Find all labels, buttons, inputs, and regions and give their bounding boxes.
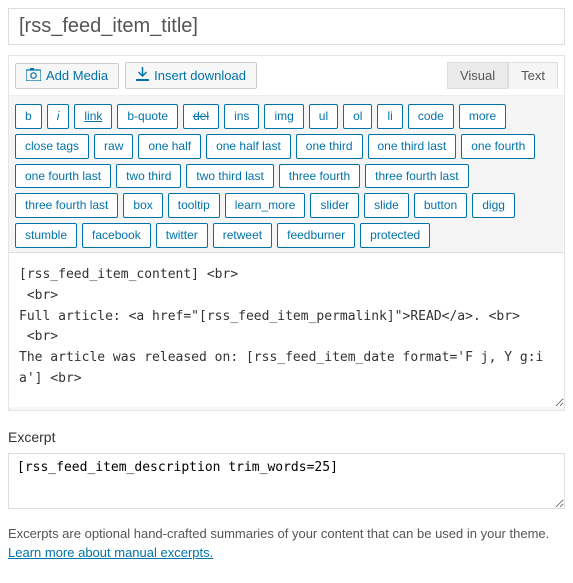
quicktag-one-half[interactable]: one half bbox=[138, 134, 201, 159]
excerpt-help-text: Excerpts are optional hand-crafted summa… bbox=[8, 524, 565, 563]
quicktag-slide[interactable]: slide bbox=[364, 193, 409, 218]
quicktag-tooltip[interactable]: tooltip bbox=[168, 193, 220, 218]
quicktag-three-fourth-last[interactable]: three fourth last bbox=[365, 164, 468, 189]
quicktag-b-quote[interactable]: b-quote bbox=[117, 104, 178, 129]
content-textarea[interactable] bbox=[9, 252, 564, 407]
quicktag-feedburner[interactable]: feedburner bbox=[277, 223, 355, 248]
quicktag-close-tags[interactable]: close tags bbox=[15, 134, 89, 159]
quicktag-one-third[interactable]: one third bbox=[296, 134, 363, 159]
quicktag-i[interactable]: i bbox=[47, 104, 70, 129]
quicktag-one-third-last[interactable]: one third last bbox=[368, 134, 457, 159]
quicktag-two-third[interactable]: two third bbox=[116, 164, 181, 189]
download-icon bbox=[136, 67, 149, 84]
quicktag-ins[interactable]: ins bbox=[224, 104, 259, 129]
quicktags-toolbar: bilinkb-quotedelinsimgulollicodemore clos… bbox=[9, 96, 564, 252]
quicktag-digg[interactable]: digg bbox=[472, 193, 515, 218]
quicktag-b[interactable]: b bbox=[15, 104, 42, 129]
add-media-label: Add Media bbox=[46, 68, 108, 83]
quicktag-one-half-last[interactable]: one half last bbox=[206, 134, 291, 159]
quicktag-more[interactable]: more bbox=[459, 104, 506, 129]
insert-download-label: Insert download bbox=[154, 68, 246, 83]
quicktag-link[interactable]: link bbox=[74, 104, 112, 129]
quicktag-protected[interactable]: protected bbox=[360, 223, 430, 248]
media-toolbar: Add Media Insert download Visual Text bbox=[9, 56, 564, 96]
quicktag-one-fourth-last[interactable]: one fourth last bbox=[15, 164, 111, 189]
quicktag-facebook[interactable]: facebook bbox=[82, 223, 151, 248]
quicktag-retweet[interactable]: retweet bbox=[213, 223, 272, 248]
add-media-button[interactable]: Add Media bbox=[15, 63, 119, 89]
tab-visual[interactable]: Visual bbox=[447, 62, 508, 89]
editor-tabs: Visual Text bbox=[447, 62, 558, 89]
quicktag-three-fourth-last[interactable]: three fourth last bbox=[15, 193, 118, 218]
quicktag-raw[interactable]: raw bbox=[94, 134, 133, 159]
excerpt-label: Excerpt bbox=[8, 429, 565, 445]
quicktag-button[interactable]: button bbox=[414, 193, 467, 218]
insert-download-button[interactable]: Insert download bbox=[125, 62, 257, 89]
quicktag-twitter[interactable]: twitter bbox=[156, 223, 208, 248]
quicktag-two-third-last[interactable]: two third last bbox=[186, 164, 273, 189]
quicktag-slider[interactable]: slider bbox=[310, 193, 359, 218]
editor-container: Add Media Insert download Visual Text bi… bbox=[8, 55, 565, 411]
quicktag-stumble[interactable]: stumble bbox=[15, 223, 77, 248]
quicktag-img[interactable]: img bbox=[264, 104, 303, 129]
quicktag-del[interactable]: del bbox=[183, 104, 219, 129]
quicktag-three-fourth[interactable]: three fourth bbox=[279, 164, 360, 189]
quicktag-li[interactable]: li bbox=[377, 104, 402, 129]
quicktag-ul[interactable]: ul bbox=[309, 104, 338, 129]
quicktag-ol[interactable]: ol bbox=[343, 104, 372, 129]
excerpt-help: Excerpts are optional hand-crafted summa… bbox=[8, 526, 549, 541]
quicktag-code[interactable]: code bbox=[408, 104, 454, 129]
quicktag-box[interactable]: box bbox=[123, 193, 162, 218]
tab-text[interactable]: Text bbox=[508, 62, 558, 89]
excerpt-help-link[interactable]: Learn more about manual excerpts. bbox=[8, 545, 213, 560]
quicktag-one-fourth[interactable]: one fourth bbox=[461, 134, 535, 159]
post-title-input[interactable] bbox=[8, 8, 565, 45]
quicktag-learn-more[interactable]: learn_more bbox=[225, 193, 306, 218]
camera-icon bbox=[26, 68, 41, 84]
excerpt-textarea[interactable] bbox=[8, 453, 565, 509]
